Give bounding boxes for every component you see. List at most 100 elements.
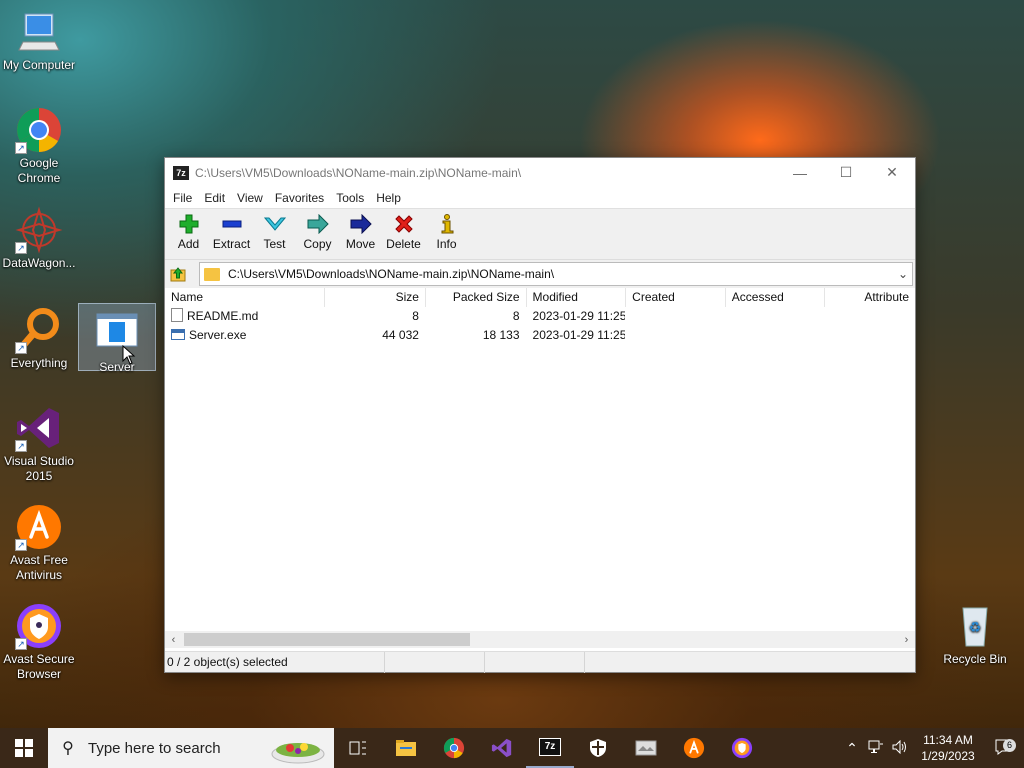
- path-text: C:\Users\VM5\Downloads\NOName-main.zip\N…: [228, 267, 555, 281]
- clock-time: 11:34 AM: [923, 733, 973, 747]
- list-header: Name Size Packed Size Modified Created A…: [165, 288, 915, 307]
- scroll-track[interactable]: [182, 633, 898, 646]
- desktop-icon-avast-browser[interactable]: ↗ Avast Secure Browser: [0, 602, 78, 682]
- taskbar-search-box[interactable]: ⚲ Type here to search: [48, 728, 334, 768]
- sevenzip-window: 7z C:\Users\VM5\Downloads\NOName-main.zi…: [164, 157, 916, 673]
- menu-view[interactable]: View: [231, 191, 269, 205]
- file-accessed: [726, 326, 826, 345]
- start-button[interactable]: [0, 728, 48, 768]
- menu-tools[interactable]: Tools: [330, 191, 370, 205]
- desktop-icon-server[interactable]: Server: [78, 303, 156, 374]
- menu-favorites[interactable]: Favorites: [269, 191, 330, 205]
- shield-icon: [590, 739, 606, 757]
- taskbar-chrome[interactable]: [430, 728, 478, 768]
- column-header-packed-size[interactable]: Packed Size: [426, 288, 527, 307]
- network-icon[interactable]: [864, 740, 888, 757]
- taskbar-7zip[interactable]: 7z: [526, 728, 574, 768]
- path-input[interactable]: C:\Users\VM5\Downloads\NOName-main.zip\N…: [199, 262, 913, 286]
- column-header-size[interactable]: Size: [325, 288, 426, 307]
- shortcut-arrow-icon: ↗: [15, 539, 27, 551]
- desktop-icon-label: Server: [99, 360, 135, 374]
- visual-studio-icon: ↗: [15, 404, 63, 452]
- info-label: Info: [436, 237, 457, 251]
- horizontal-scrollbar[interactable]: ‹ ›: [165, 631, 915, 648]
- clock-date: 1/29/2023: [921, 749, 975, 763]
- desktop-icon-avast-antivirus[interactable]: ↗ Avast Free Antivirus: [0, 503, 78, 583]
- avast-browser-icon: ↗: [15, 602, 63, 650]
- desktop-icon-everything[interactable]: ↗ Everything: [0, 306, 78, 371]
- scroll-left-icon[interactable]: ‹: [165, 634, 182, 646]
- menu-help[interactable]: Help: [370, 191, 407, 205]
- folder-up-button[interactable]: [167, 263, 189, 285]
- taskbar-security[interactable]: [574, 728, 622, 768]
- taskbar-visual-studio[interactable]: [478, 728, 526, 768]
- file-accessed: [726, 307, 826, 326]
- title-bar[interactable]: 7z C:\Users\VM5\Downloads\NOName-main.zi…: [165, 158, 915, 187]
- window-title: C:\Users\VM5\Downloads\NOName-main.zip\N…: [195, 165, 522, 180]
- avast-icon: [683, 737, 705, 759]
- desktop-icon-datawagon[interactable]: ↗ DataWagon...: [0, 206, 78, 271]
- status-bar: 0 / 2 object(s) selected: [165, 651, 915, 673]
- delete-button[interactable]: Delete: [382, 213, 425, 251]
- file-attribute: [825, 307, 915, 326]
- copy-button[interactable]: Copy: [296, 213, 339, 251]
- add-button[interactable]: Add: [167, 213, 210, 251]
- menu-edit[interactable]: Edit: [198, 191, 231, 205]
- chevron-up-icon[interactable]: ⌃: [840, 740, 864, 757]
- folder-up-icon: [170, 267, 186, 282]
- taskbar-clock[interactable]: 11:34 AM 1/29/2023: [912, 732, 984, 764]
- chrome-icon: [443, 737, 465, 759]
- table-row[interactable]: README.md 8 8 2023-01-29 11:25: [165, 307, 915, 326]
- column-header-accessed[interactable]: Accessed: [726, 288, 826, 307]
- column-header-created[interactable]: Created: [626, 288, 726, 307]
- desktop-icon-recycle-bin[interactable]: ♻ Recycle Bin: [936, 602, 1014, 667]
- search-icon: ⚲: [62, 740, 74, 757]
- minus-icon: [221, 213, 243, 235]
- toolbar: Add Extract Test Copy Move Delete Info: [165, 209, 915, 260]
- sevenzip-icon: 7z: [539, 738, 561, 756]
- exe-file-icon: [171, 329, 185, 340]
- taskbar-file-explorer[interactable]: [382, 728, 430, 768]
- mouse-cursor-icon: [122, 345, 136, 365]
- test-button[interactable]: Test: [253, 213, 296, 251]
- column-header-modified[interactable]: Modified: [527, 288, 627, 307]
- shortcut-arrow-icon: ↗: [15, 440, 27, 452]
- menu-file[interactable]: File: [167, 191, 198, 205]
- menu-bar: File Edit View Favorites Tools Help: [165, 187, 915, 209]
- scroll-thumb[interactable]: [184, 633, 470, 646]
- table-row[interactable]: Server.exe 44 032 18 133 2023-01-29 11:2…: [165, 326, 915, 345]
- task-view-button[interactable]: [334, 728, 382, 768]
- shortcut-arrow-icon: ↗: [15, 638, 27, 650]
- info-button[interactable]: Info: [425, 213, 468, 251]
- desktop-icon-my-computer[interactable]: My Computer: [0, 8, 78, 73]
- checkmark-icon: [263, 213, 286, 235]
- column-header-attribute[interactable]: Attribute: [825, 288, 915, 307]
- text-file-icon: [171, 308, 183, 322]
- chevron-down-icon[interactable]: ⌄: [894, 267, 912, 281]
- delete-label: Delete: [386, 237, 421, 251]
- extract-button[interactable]: Extract: [210, 213, 253, 251]
- shortcut-arrow-icon: ↗: [15, 342, 27, 354]
- datawagon-icon: ↗: [15, 206, 63, 254]
- taskbar-avast[interactable]: [670, 728, 718, 768]
- chrome-icon: ↗: [15, 106, 63, 154]
- taskbar: ⚲ Type here to search 7z ⌃ 11:34 AM 1/29…: [0, 728, 1024, 768]
- desktop-icon-google-chrome[interactable]: ↗ Google Chrome: [0, 106, 78, 186]
- test-label: Test: [263, 237, 286, 251]
- column-header-name[interactable]: Name: [165, 288, 326, 307]
- scroll-right-icon[interactable]: ›: [898, 634, 915, 646]
- minimize-button[interactable]: —: [777, 158, 823, 187]
- desktop-icon-label: Visual Studio 2015: [4, 454, 74, 483]
- file-explorer-icon: [396, 740, 416, 756]
- shortcut-arrow-icon: ↗: [15, 142, 27, 154]
- file-list[interactable]: Name Size Packed Size Modified Created A…: [165, 288, 915, 650]
- close-button[interactable]: ✕: [869, 158, 915, 187]
- taskbar-avast-browser[interactable]: [718, 728, 766, 768]
- maximize-button[interactable]: ☐: [823, 158, 869, 187]
- desktop-icon-visual-studio[interactable]: ↗ Visual Studio 2015: [0, 404, 78, 484]
- taskbar-app-window[interactable]: [622, 728, 670, 768]
- move-button[interactable]: Move: [339, 213, 382, 251]
- notifications-button[interactable]: 6: [984, 738, 1024, 758]
- folder-icon: [204, 267, 220, 281]
- volume-icon[interactable]: [888, 739, 912, 757]
